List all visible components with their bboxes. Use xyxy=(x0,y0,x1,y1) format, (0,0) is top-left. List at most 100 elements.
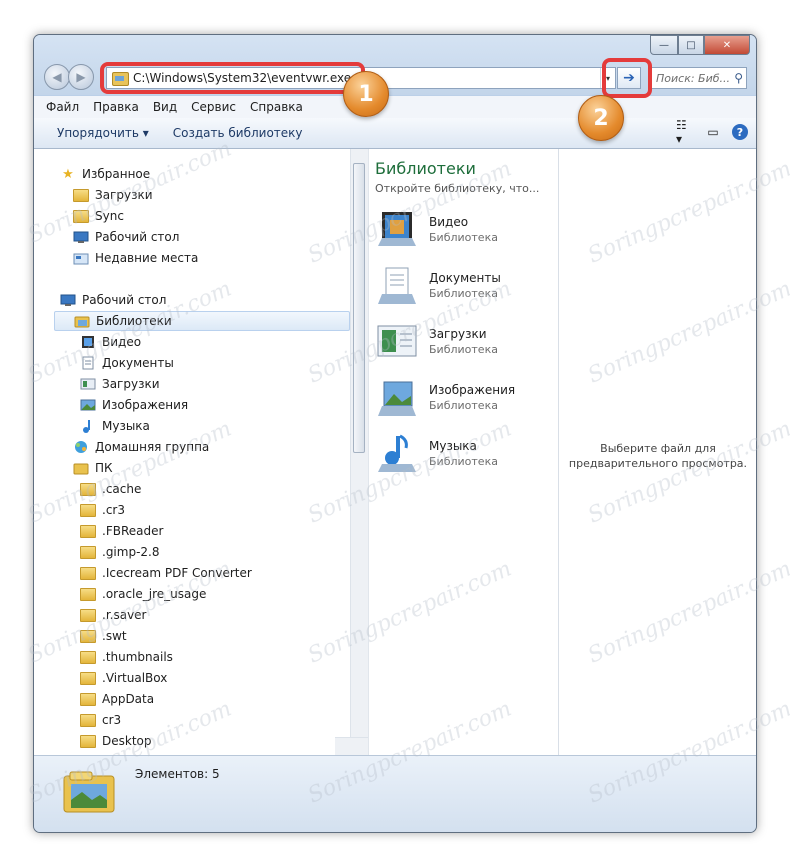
folder-shape xyxy=(80,713,96,727)
library-item[interactable]: Документы Библиотека xyxy=(374,263,554,313)
folder-shape xyxy=(80,587,96,601)
scroll-thumb[interactable] xyxy=(353,163,365,453)
folder-icon xyxy=(73,209,89,223)
search-icon[interactable]: ⚲ xyxy=(734,71,743,85)
library-item[interactable]: Изображения Библиотека xyxy=(374,375,554,425)
libraries-subtitle: Откройте библиотеку, что... xyxy=(375,182,540,195)
tree-item-label: Рабочий стол xyxy=(82,293,167,307)
library-item[interactable]: Музыка Библиотека xyxy=(374,431,554,481)
folder-icon xyxy=(80,524,96,538)
library-type: Библиотека xyxy=(429,287,498,300)
folder-shape xyxy=(80,734,96,748)
tree-item[interactable]: Недавние места xyxy=(73,248,198,268)
tree-item[interactable]: Видео xyxy=(80,332,141,352)
tree-item[interactable]: .VirtualBox xyxy=(80,668,167,688)
tree-item[interactable]: Загрузки xyxy=(80,374,160,394)
maximize-button[interactable]: □ xyxy=(678,35,704,55)
organize-button[interactable]: Упорядочить ▾ xyxy=(57,126,149,140)
tree-item-label: Музыка xyxy=(102,419,150,433)
new-library-button[interactable]: Создать библиотеку xyxy=(173,126,303,140)
tree-item[interactable]: Desktop xyxy=(80,731,152,751)
tree-item-label: AppData xyxy=(102,692,155,706)
menu-bar: Файл Правка Вид Сервис Справка xyxy=(34,96,756,119)
folder-icon xyxy=(80,713,96,727)
tree-item-label: Недавние места xyxy=(95,251,199,265)
folder-icon xyxy=(80,692,96,706)
help-icon[interactable]: ? xyxy=(732,124,748,140)
tree-item[interactable]: Музыка xyxy=(80,416,150,436)
folder-shape xyxy=(80,629,96,643)
tree-item[interactable]: Рабочий стол xyxy=(73,227,179,247)
tree-item[interactable]: Документы xyxy=(80,353,174,373)
library-type: Библиотека xyxy=(429,231,498,244)
navigation-scrollbar[interactable] xyxy=(350,149,368,755)
video-library-icon xyxy=(374,210,420,252)
step-2-badge: 2 xyxy=(578,95,624,141)
tree-item[interactable]: .swt xyxy=(80,626,127,646)
forward-button[interactable]: ▶ xyxy=(68,64,94,90)
tree-item[interactable]: .gimp-2.8 xyxy=(80,542,160,562)
toolbar-right: ☷ ▾ ▭ ? xyxy=(676,118,748,146)
recent-icon xyxy=(73,251,89,265)
folder-icon xyxy=(80,629,96,643)
download-icon xyxy=(80,377,96,391)
menu-tools[interactable]: Сервис xyxy=(191,100,236,114)
tree-item-label: Sync xyxy=(95,209,124,223)
library-item[interactable]: Видео Библиотека xyxy=(374,207,554,257)
tree-item[interactable]: Домашняя группа xyxy=(73,437,209,457)
libraries-title: Библиотеки xyxy=(375,159,476,178)
step-1-badge: 1 xyxy=(343,71,389,117)
tree-item-label: Документы xyxy=(102,356,174,370)
menu-edit[interactable]: Правка xyxy=(93,100,139,114)
search-input[interactable]: Поиск: Биб... xyxy=(656,72,730,85)
tree-item[interactable]: ПК xyxy=(73,458,113,478)
folder-shape xyxy=(80,566,96,580)
tree-item-label: .Icecream PDF Converter xyxy=(102,566,252,580)
tree-item[interactable]: .cr3 xyxy=(80,500,125,520)
tree-item[interactable]: Библиотеки xyxy=(54,311,350,331)
folder-icon xyxy=(80,482,96,496)
preview-pane-icon[interactable]: ▭ xyxy=(704,124,722,140)
tree-item-label: .thumbnails xyxy=(102,650,173,664)
tree-item[interactable]: .Icecream PDF Converter xyxy=(80,563,252,583)
tree-item[interactable]: .FBReader xyxy=(80,521,163,541)
tree-item[interactable]: cr3 xyxy=(80,710,121,730)
menu-view[interactable]: Вид xyxy=(153,100,177,114)
view-options-icon[interactable]: ☷ ▾ xyxy=(676,118,694,146)
library-folder-icon xyxy=(62,770,116,814)
tree-item[interactable]: Загрузки xyxy=(73,185,153,205)
folder-icon xyxy=(80,503,96,517)
preview-line-2: предварительного просмотра. xyxy=(568,457,748,470)
folder-icon xyxy=(80,671,96,685)
tree-item-label: .FBReader xyxy=(102,524,164,538)
go-button-highlight xyxy=(602,58,652,98)
tree-item[interactable]: Sync xyxy=(73,206,124,226)
search-box[interactable]: Поиск: Биб... ⚲ xyxy=(651,67,747,89)
folder-shape xyxy=(80,545,96,559)
back-button[interactable]: ◀ xyxy=(44,64,70,90)
tree-item[interactable]: .thumbnails xyxy=(80,647,173,667)
tree-item[interactable]: Рабочий стол xyxy=(60,290,166,310)
library-item[interactable]: Загрузки Библиотека xyxy=(374,319,554,369)
tree-item[interactable]: .r.saver xyxy=(80,605,146,625)
star-icon: ★ xyxy=(62,166,74,182)
tree-item-label: Изображения xyxy=(102,398,189,412)
tree-item[interactable]: .oracle_jre_usage xyxy=(80,584,206,604)
menu-file[interactable]: Файл xyxy=(46,100,79,114)
folder-shape xyxy=(73,188,89,202)
close-button[interactable]: ✕ xyxy=(704,35,750,55)
minimize-button[interactable]: — xyxy=(650,35,678,55)
library-name: Видео xyxy=(429,215,469,229)
window-controls: — □ ✕ xyxy=(650,35,750,55)
tree-item-label: .cache xyxy=(102,482,142,496)
tree-item[interactable]: AppData xyxy=(80,689,154,709)
item-count: Элементов: 5 xyxy=(135,767,220,781)
tree-item[interactable]: .cache xyxy=(80,479,141,499)
documents-library-icon xyxy=(374,266,420,308)
menu-help[interactable]: Справка xyxy=(250,100,303,114)
tree-item[interactable]: ★ Избранное xyxy=(60,164,150,184)
folder-icon xyxy=(80,608,96,622)
folder-shape xyxy=(80,524,96,538)
tree-item-label: .oracle_jre_usage xyxy=(102,587,207,601)
tree-item[interactable]: Изображения xyxy=(80,395,188,415)
